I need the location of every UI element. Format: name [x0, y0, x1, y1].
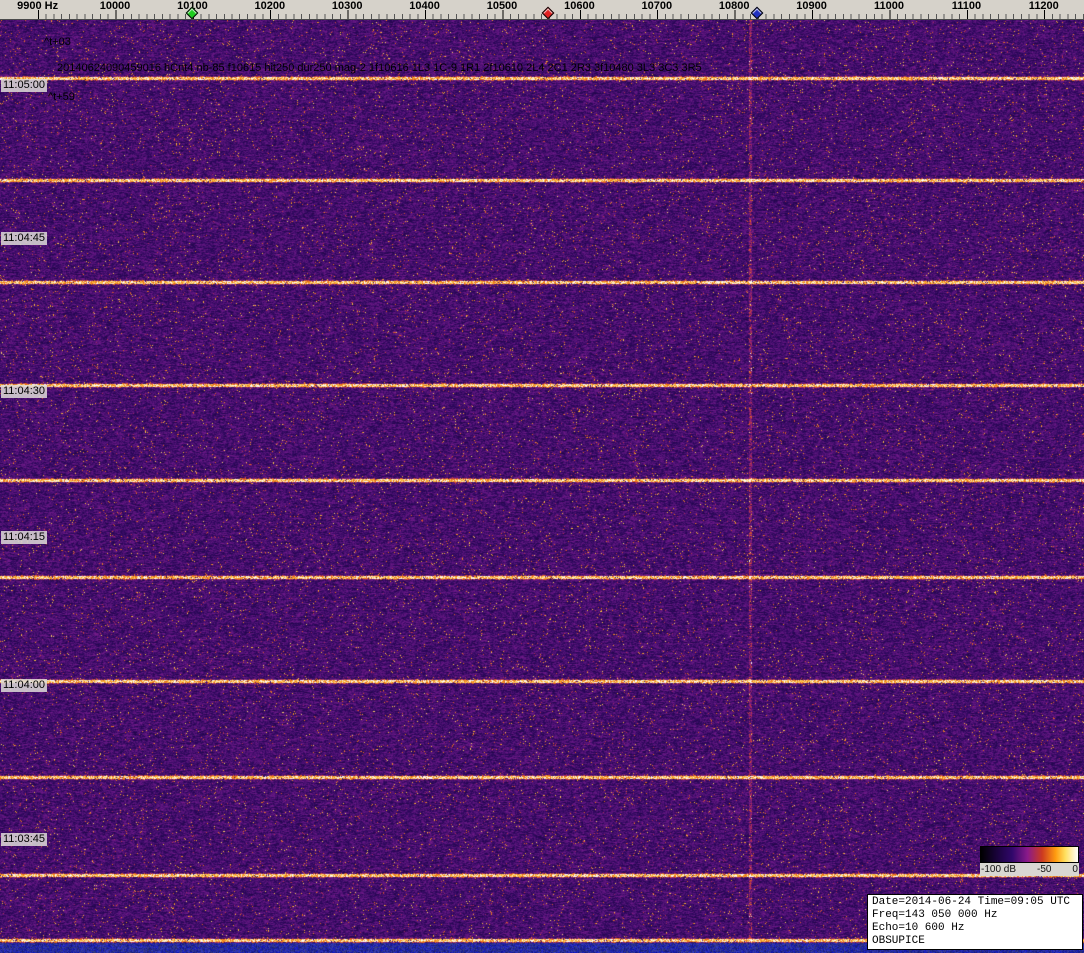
db-scale-labels: -100 dB -50 0 [980, 863, 1079, 876]
meteor-event-annotation: 20140624090459016 hCnt4 nb-85 f10615 hit… [57, 62, 702, 74]
db-label-mid: -50 [1037, 863, 1051, 876]
db-label-max: 0 [1072, 863, 1078, 876]
observation-info-box: Date=2014-06-24 Time=09:05 UTC Freq=143 … [867, 894, 1083, 950]
db-gradient-bar [980, 846, 1079, 863]
time-offset-annotation-bottom: ^t+59 [48, 91, 75, 103]
time-axis-label: 11:04:30 [1, 385, 47, 398]
info-echo-line: Echo=10 600 Hz [872, 922, 1078, 935]
time-axis-label: 11:04:15 [1, 531, 47, 544]
spectrogram-overlay: ^t+03 20140624090459016 hCnt4 nb-85 f106… [0, 0, 1084, 953]
info-station-line: OBSUPICE [872, 935, 1078, 948]
info-freq-line: Freq=143 050 000 Hz [872, 909, 1078, 922]
time-axis-label: 11:04:45 [1, 232, 47, 245]
time-axis-label: 11:03:45 [1, 833, 47, 846]
time-axis-label: 11:05:00 [1, 79, 47, 92]
spectrogram-app: 9900 Hz 10000 10100 10200 10300 10400 10500 106… [0, 0, 1084, 953]
time-offset-annotation-top: ^t+03 [44, 36, 71, 48]
db-color-scale-legend: -100 dB -50 0 [980, 846, 1079, 876]
info-date-line: Date=2014-06-24 Time=09:05 UTC [872, 896, 1078, 909]
time-axis-label: 11:04:00 [1, 679, 47, 692]
db-label-min: -100 dB [981, 863, 1016, 876]
